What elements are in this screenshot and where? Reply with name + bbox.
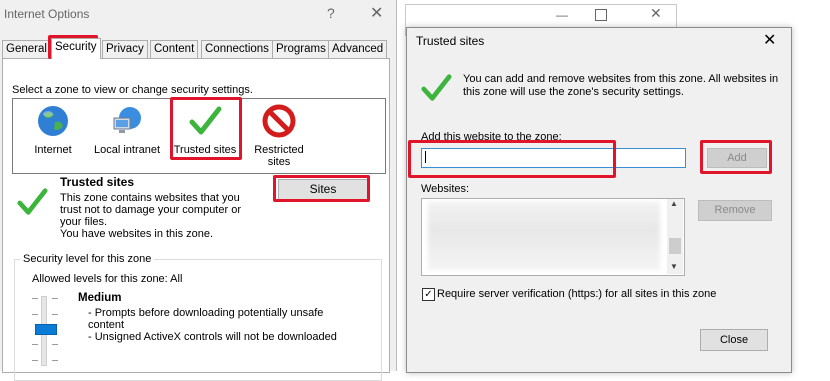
level-detail-line: - Prompts before downloading potentially… bbox=[88, 307, 324, 319]
level-detail-line: content bbox=[88, 319, 125, 331]
slider-tick bbox=[52, 298, 58, 299]
security-level-slider-thumb[interactable] bbox=[35, 324, 57, 335]
maximize-button[interactable] bbox=[595, 9, 607, 21]
zone-description: This zone contains websites that you tru… bbox=[60, 192, 260, 240]
websites-list-content-blurred bbox=[428, 202, 660, 270]
zone-label-internet: Internet bbox=[34, 144, 72, 156]
require-verification-checkbox[interactable]: ✓ bbox=[422, 288, 435, 301]
zone-description-line: your files. bbox=[60, 216, 108, 228]
remove-button[interactable]: Remove bbox=[698, 200, 772, 221]
info-line: You can add and remove websites from thi… bbox=[463, 73, 779, 85]
slider-tick bbox=[52, 344, 58, 345]
level-detail-line: - Unsigned ActiveX controls will not be … bbox=[88, 331, 337, 343]
zone-local-intranet[interactable]: Local intranet bbox=[92, 104, 162, 156]
help-button[interactable]: ? bbox=[327, 5, 335, 21]
tab-privacy[interactable]: Privacy bbox=[102, 40, 148, 58]
highlight-sites-button bbox=[273, 175, 370, 202]
close-button[interactable]: Close bbox=[700, 329, 768, 351]
checkmark-icon bbox=[420, 72, 452, 107]
dialog-title: Trusted sites bbox=[416, 34, 485, 48]
zone-internet[interactable]: Internet bbox=[18, 104, 88, 156]
tab-content[interactable]: Content bbox=[150, 40, 199, 58]
tab-strip: General Security Privacy Content Connect… bbox=[2, 38, 392, 59]
scrollbar-thumb[interactable] bbox=[669, 238, 681, 254]
close-dialog-button[interactable]: ✕ bbox=[763, 30, 776, 50]
websites-label: Websites: bbox=[421, 183, 470, 195]
close-window-button[interactable]: ✕ bbox=[650, 5, 662, 22]
no-entry-icon bbox=[262, 104, 296, 138]
zone-instruction: Select a zone to view or change security… bbox=[12, 84, 253, 96]
slider-tick bbox=[32, 298, 38, 299]
slider-tick bbox=[32, 344, 38, 345]
highlight-add-button bbox=[700, 140, 772, 174]
slider-tick bbox=[32, 314, 38, 315]
slider-tick bbox=[32, 360, 38, 361]
highlight-add-website-input bbox=[408, 140, 616, 178]
dialog-info-text: You can add and remove websites from thi… bbox=[463, 73, 781, 99]
zone-heading: Trusted sites bbox=[60, 175, 135, 189]
info-line: this zone will use the zone's security s… bbox=[463, 86, 684, 98]
tab-advanced[interactable]: Advanced bbox=[328, 40, 388, 58]
minimize-button[interactable]: — bbox=[556, 8, 568, 22]
allowed-levels-text: Allowed levels for this zone: All bbox=[32, 273, 183, 285]
zone-label-restricted-sites: Restricted sites bbox=[254, 144, 304, 168]
slider-tick bbox=[52, 314, 58, 315]
close-window-button[interactable]: ✕ bbox=[370, 3, 383, 23]
zone-description-line: This zone contains websites that you bbox=[60, 192, 240, 204]
tab-security[interactable]: Security bbox=[51, 38, 101, 59]
zone-restricted-sites[interactable]: Restricted sites bbox=[244, 104, 314, 168]
slider-tick bbox=[52, 360, 58, 361]
checkmark-icon bbox=[16, 186, 48, 221]
scroll-down-arrow-icon[interactable]: ▼ bbox=[670, 262, 678, 271]
network-computer-icon bbox=[110, 104, 144, 138]
highlight-trusted-sites-zone bbox=[170, 97, 242, 160]
tab-programs[interactable]: Programs bbox=[272, 40, 330, 58]
window-title: Internet Options bbox=[4, 7, 90, 21]
zone-description-line: You have websites in this zone. bbox=[60, 228, 214, 240]
require-verification-label[interactable]: Require server verification (https:) for… bbox=[437, 288, 716, 300]
scroll-up-arrow-icon[interactable]: ▲ bbox=[670, 199, 678, 208]
zone-label-local-intranet: Local intranet bbox=[93, 144, 161, 156]
security-level-name: Medium bbox=[78, 292, 122, 304]
security-level-legend: Security level for this zone bbox=[20, 253, 155, 265]
tab-general[interactable]: General bbox=[2, 40, 51, 58]
security-level-details: - Prompts before downloading potentially… bbox=[88, 307, 348, 343]
tab-connections[interactable]: Connections bbox=[201, 40, 273, 58]
zone-description-line: trust not to damage your computer or bbox=[60, 204, 241, 216]
globe-icon bbox=[36, 104, 70, 138]
